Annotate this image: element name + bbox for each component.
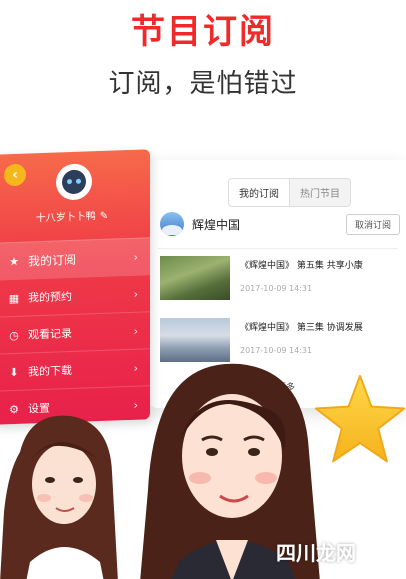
channel-name: 辉煌中国 bbox=[192, 217, 241, 232]
episode-time: 2017-10-09 14:31 bbox=[240, 346, 313, 355]
star-icon: ★ bbox=[9, 254, 19, 268]
tab-bar: 我的订阅 热门节目 bbox=[228, 178, 351, 207]
episode-thumbnail bbox=[160, 318, 230, 362]
robot-avatar-icon bbox=[62, 169, 86, 195]
sidebar-item-watch-history[interactable]: ◷ 观看记录 › bbox=[0, 311, 150, 354]
episode-time: 2017-10-09 14:31 bbox=[240, 284, 313, 293]
promo-screen: 节目订阅 订阅，是怕错过 我的订阅 热门节目 辉煌中国 取消订阅 《辉煌中国》 … bbox=[0, 0, 406, 579]
username: 十八岁卜卜鸭 bbox=[35, 211, 96, 225]
divider bbox=[158, 248, 398, 249]
unsubscribe-button[interactable]: 取消订阅 bbox=[345, 213, 400, 235]
chevron-right-icon: › bbox=[133, 324, 138, 338]
episode-thumbnail bbox=[160, 256, 230, 300]
sidebar-item-label: 我的订阅 bbox=[28, 252, 77, 269]
sidebar-item-my-subscriptions[interactable]: ★ 我的订阅 › bbox=[0, 237, 150, 280]
watermark-logo: 四川龙网 bbox=[276, 541, 356, 565]
calendar-icon: ▦ bbox=[8, 291, 20, 305]
robot-eye bbox=[76, 178, 81, 184]
download-icon: ⬇ bbox=[9, 365, 19, 379]
chevron-right-icon: › bbox=[133, 250, 138, 264]
clock-icon: ◷ bbox=[9, 328, 19, 342]
page-subtitle: 订阅，是怕错过 bbox=[108, 69, 298, 99]
channel-row: 辉煌中国 取消订阅 bbox=[160, 204, 400, 244]
episode-title: 《辉煌中国》 第三集 协调发展 bbox=[240, 323, 363, 333]
chevron-right-icon: › bbox=[133, 287, 138, 301]
robot-eye bbox=[67, 179, 72, 185]
episode-item[interactable]: 《辉煌中国》 第五集 共享小康 2017-10-09 14:31 bbox=[160, 256, 400, 308]
tab-my-subscriptions[interactable]: 我的订阅 bbox=[228, 178, 290, 207]
woman-illustration-left bbox=[0, 415, 118, 579]
sidebar-item-label: 我的预约 bbox=[28, 290, 72, 305]
page-title: 节目订阅 bbox=[131, 12, 275, 52]
avatar[interactable] bbox=[56, 163, 92, 201]
username-row: 十八岁卜卜鸭 ✎ bbox=[0, 205, 150, 225]
sidebar-item-label: 我的下载 bbox=[28, 364, 72, 379]
sidebar-item-my-reservations[interactable]: ▦ 我的预约 › bbox=[0, 274, 150, 317]
sidebar-item-label: 观看记录 bbox=[28, 327, 72, 342]
episode-title: 《辉煌中国》 第五集 共享小康 bbox=[240, 261, 363, 271]
edit-pencil-icon[interactable]: ✎ bbox=[100, 211, 108, 222]
channel-logo bbox=[160, 212, 184, 236]
chevron-left-icon[interactable]: ‹ bbox=[4, 163, 26, 187]
tab-popular-programs[interactable]: 热门节目 bbox=[290, 178, 351, 207]
